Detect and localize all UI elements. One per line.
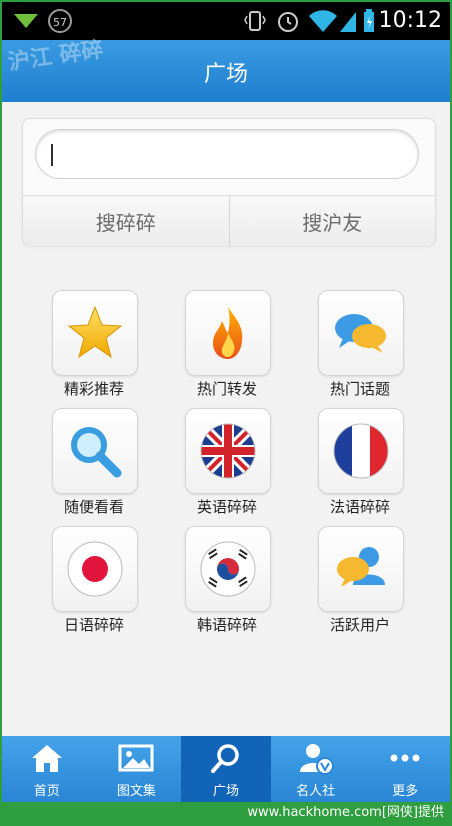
- status-bar: 57 10:12: [2, 2, 450, 40]
- image-icon: [118, 744, 154, 772]
- grid-item-french[interactable]: 法语碎碎: [300, 408, 420, 518]
- grid-item-korean[interactable]: 韩语碎碎: [167, 526, 287, 636]
- tile: [185, 408, 271, 494]
- uk-flag-icon: [200, 423, 256, 479]
- tile: [185, 290, 271, 376]
- signal-icon: [340, 12, 356, 32]
- tab-celebrities[interactable]: 名人社: [271, 736, 361, 802]
- grid-item-label: 日语碎碎: [63, 616, 124, 634]
- page-title: 广场: [203, 62, 248, 87]
- tab-label: 更多: [392, 784, 419, 799]
- grid-item-label: 韩语碎碎: [196, 616, 257, 634]
- text-cursor: [51, 144, 53, 166]
- fire-icon: [213, 307, 243, 359]
- grid-item-label: 热门转发: [196, 380, 257, 398]
- title-bar: 沪江 碎碎 广场: [2, 37, 450, 102]
- star-icon: [67, 305, 123, 359]
- wifi-icon: [309, 10, 337, 32]
- more-icon: [390, 754, 420, 762]
- tile: [318, 290, 404, 376]
- chat-bubbles-icon: [335, 314, 386, 353]
- search-input[interactable]: [35, 129, 419, 179]
- grid-item-hot-topics[interactable]: 热门话题: [300, 290, 420, 400]
- tile: [52, 408, 138, 494]
- active-users-icon: [337, 547, 385, 587]
- tab-label: 图文集: [116, 784, 156, 799]
- japan-flag-icon: [67, 541, 123, 597]
- notification-arrow-icon: [14, 14, 38, 28]
- tab-label: 首页: [33, 784, 60, 799]
- bottom-tab-bar: 首页 图文集 广场 名人社 更多: [2, 736, 450, 802]
- grid-item-featured[interactable]: 精彩推荐: [34, 290, 154, 400]
- tab-label: 广场: [212, 784, 239, 799]
- tile: [52, 290, 138, 376]
- vibrate-icon: [244, 11, 266, 31]
- search-icon: [210, 744, 239, 773]
- celebrity-icon: [299, 744, 334, 775]
- grid-item-english[interactable]: 英语碎碎: [167, 408, 287, 518]
- search-friends-button[interactable]: 搜沪友: [229, 196, 435, 246]
- grid-item-hot-reposts[interactable]: 热门转发: [167, 290, 287, 400]
- tab-more[interactable]: 更多: [360, 736, 450, 802]
- search-posts-button[interactable]: 搜碎碎: [23, 196, 230, 246]
- battery-badge: 57: [48, 9, 72, 33]
- grid-item-label: 热门话题: [329, 380, 390, 398]
- tile: [318, 408, 404, 494]
- grid-item-label: 精彩推荐: [63, 380, 124, 398]
- app-frame: 57 10:12 沪江 碎碎 广场 搜碎碎 搜沪友 精彩推荐 热门转发 热门话题…: [0, 0, 452, 826]
- grid-item-japanese[interactable]: 日语碎碎: [34, 526, 154, 636]
- tab-gallery[interactable]: 图文集: [92, 736, 182, 802]
- korea-flag-icon: [200, 541, 256, 597]
- grid-item-active-users[interactable]: 活跃用户: [300, 526, 420, 636]
- tile: [185, 526, 271, 612]
- search-panel: 搜碎碎 搜沪友: [22, 118, 436, 246]
- magnifier-icon: [71, 427, 122, 478]
- tab-square[interactable]: 广场: [181, 736, 271, 802]
- tile: [318, 526, 404, 612]
- battery-icon: [364, 9, 374, 32]
- tab-home[interactable]: 首页: [2, 736, 92, 802]
- grid-item-browse[interactable]: 随便看看: [34, 408, 154, 518]
- home-icon: [31, 745, 62, 772]
- search-buttons: 搜碎碎 搜沪友: [23, 195, 435, 246]
- clock: 10:12: [378, 8, 442, 33]
- france-flag-icon: [333, 423, 389, 479]
- grid-item-label: 活跃用户: [329, 616, 390, 634]
- grid-item-label: 法语碎碎: [329, 498, 390, 516]
- grid-item-label: 随便看看: [63, 498, 124, 516]
- tab-label: 名人社: [296, 784, 336, 799]
- alarm-icon: [278, 12, 298, 32]
- grid-item-label: 英语碎碎: [196, 498, 257, 516]
- watermark: www.hackhome.com[网侠]提供: [2, 802, 450, 824]
- tile: [52, 526, 138, 612]
